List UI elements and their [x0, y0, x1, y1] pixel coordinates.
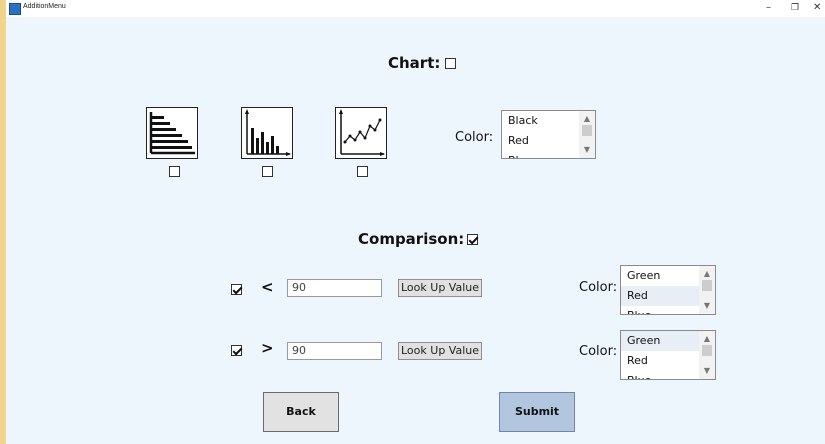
- row2-value-input[interactable]: 90: [287, 342, 382, 360]
- chart-enable-checkbox[interactable]: [445, 58, 456, 69]
- vertical-bar-checkbox[interactable]: [262, 166, 273, 177]
- app-icon: [9, 3, 21, 15]
- scroll-up-icon[interactable]: ▲: [699, 333, 715, 345]
- vertical-bar-chart-graphic: [245, 109, 291, 156]
- comparison-heading: Comparison:: [358, 230, 465, 248]
- chart-color-label: Color:: [455, 130, 494, 145]
- scroll-thumb[interactable]: [702, 345, 712, 356]
- row1-value-input[interactable]: 90: [287, 279, 382, 297]
- scroll-up-icon[interactable]: ▲: [699, 268, 715, 280]
- maximize-button[interactable]: ❐: [791, 1, 799, 15]
- submit-button[interactable]: Submit: [499, 392, 575, 432]
- line-chart-graphic: [339, 109, 385, 156]
- scroll-thumb[interactable]: [582, 125, 592, 136]
- window-title: AdditionMenu: [23, 3, 66, 10]
- greater-than-operator: >: [261, 339, 274, 357]
- row1-color-listbox[interactable]: Green Red Blue ▲ ▼: [620, 265, 716, 315]
- listbox-scrollbar[interactable]: ▲ ▼: [699, 266, 715, 314]
- comparison-row1-checkbox[interactable]: [231, 284, 242, 295]
- row1-color-label: Color:: [579, 280, 618, 295]
- close-button[interactable]: ✕: [813, 1, 821, 15]
- title-bar: AdditionMenu – ❐ ✕: [6, 0, 825, 17]
- chart-heading: Chart:: [388, 54, 441, 72]
- row2-color-listbox[interactable]: Green Red Blue ▲ ▼: [620, 330, 716, 380]
- horizontal-bar-chart-icon[interactable]: [146, 107, 198, 159]
- scroll-thumb[interactable]: [702, 280, 712, 291]
- scroll-up-icon[interactable]: ▲: [579, 113, 595, 125]
- line-chart-checkbox[interactable]: [357, 166, 368, 177]
- listbox-scrollbar[interactable]: ▲ ▼: [699, 331, 715, 379]
- app-window: AdditionMenu – ❐ ✕ Chart: Color: Black R…: [6, 0, 825, 444]
- line-chart-icon[interactable]: [335, 107, 387, 159]
- scroll-down-icon[interactable]: ▼: [699, 300, 715, 312]
- scroll-down-icon[interactable]: ▼: [579, 144, 595, 156]
- chart-color-listbox[interactable]: Black Red Blue ▲ ▼: [501, 110, 596, 159]
- scroll-down-icon[interactable]: ▼: [699, 365, 715, 377]
- horizontal-bar-chart-graphic: [149, 112, 195, 155]
- minimize-button[interactable]: –: [766, 1, 771, 15]
- row2-color-label: Color:: [579, 344, 618, 359]
- back-button[interactable]: Back: [263, 392, 339, 432]
- listbox-scrollbar[interactable]: ▲ ▼: [579, 111, 595, 158]
- vertical-bar-chart-icon[interactable]: [241, 107, 293, 159]
- comparison-enable-checkbox[interactable]: [467, 234, 478, 245]
- less-than-operator: <: [261, 278, 274, 296]
- horizontal-bar-checkbox[interactable]: [169, 166, 180, 177]
- comparison-row2-checkbox[interactable]: [231, 345, 242, 356]
- row1-look-up-button[interactable]: Look Up Value: [398, 279, 482, 297]
- row2-look-up-button[interactable]: Look Up Value: [398, 342, 482, 360]
